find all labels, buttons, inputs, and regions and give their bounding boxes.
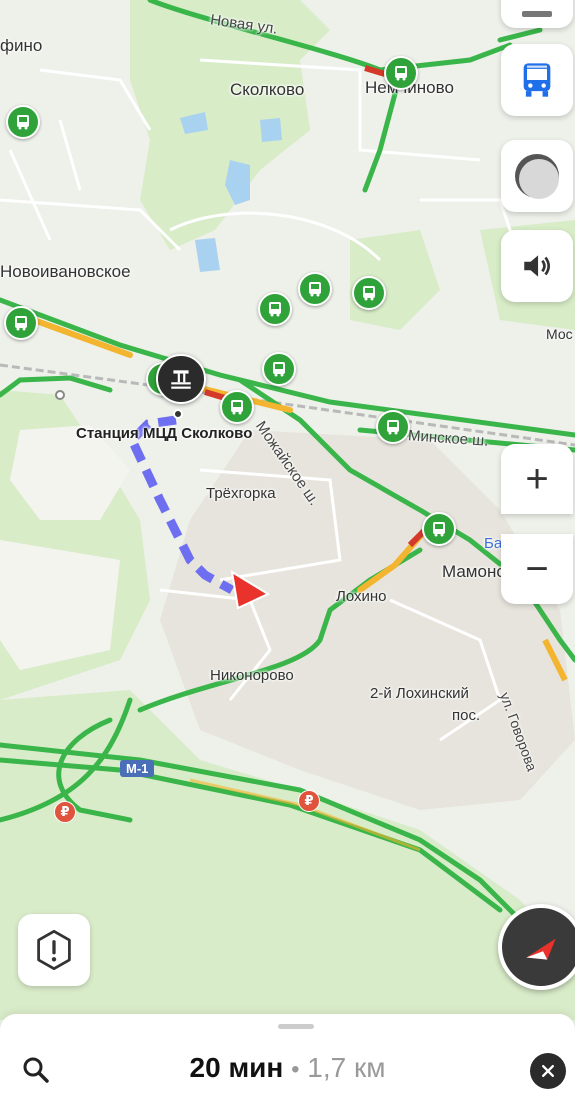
top-partial-button[interactable] (501, 0, 573, 28)
separator-dot: • (291, 1056, 300, 1083)
place-label-novoivanovskoe: Новоивановское (0, 262, 131, 281)
zoom-out-label: − (525, 546, 549, 591)
bus-stop-icon[interactable] (220, 390, 254, 424)
bus-stop-icon[interactable] (298, 272, 332, 306)
highway-m1-badge: М-1 (120, 760, 155, 777)
bus-stop-icon[interactable] (4, 306, 38, 340)
layers-icon (515, 154, 559, 199)
zoom-in-button[interactable]: + (501, 444, 573, 514)
report-button[interactable] (18, 914, 90, 986)
transport-button[interactable] (501, 44, 573, 116)
layers-button[interactable] (501, 140, 573, 212)
route-time: 20 мин (189, 1052, 284, 1083)
zoom-out-button[interactable]: − (501, 534, 573, 604)
place-label-lokhinsky: 2-й Лохинский (370, 685, 469, 702)
route-distance: 1,7 км (307, 1052, 386, 1083)
station-label: Станция МЦД Сколково (76, 425, 253, 442)
route-summary: 20 мин • 1,7 км (0, 1052, 575, 1084)
bus-stop-icon[interactable] (384, 56, 418, 90)
compass-icon (526, 938, 556, 960)
bus-stop-icon[interactable] (262, 352, 296, 386)
speaker-icon (524, 255, 551, 277)
sheet-handle[interactable] (278, 1024, 314, 1029)
place-label-nikonorovo: Никонорово (210, 667, 294, 684)
place-label-fino: фино (0, 36, 43, 55)
train-station-icon[interactable] (156, 354, 206, 404)
place-label-mos: Мос (546, 326, 573, 342)
sound-button[interactable] (501, 230, 573, 302)
place-label-trekhgorka: Трёхгорка (206, 485, 276, 502)
bus-icon (523, 63, 551, 97)
place-label-skolkovo: Сколково (230, 80, 305, 99)
close-icon (542, 1065, 554, 1077)
bus-stop-icon[interactable] (352, 276, 386, 310)
route-summary-sheet[interactable]: 20 мин • 1,7 км (0, 1014, 575, 1101)
place-label-lokhino: Лохино (336, 588, 387, 605)
exclamation-shield-icon (37, 929, 71, 971)
bus-stop-icon[interactable] (258, 292, 292, 326)
compass-button[interactable] (498, 904, 575, 990)
toll-road-badge: ₽ (54, 801, 76, 823)
close-route-button[interactable] (530, 1053, 566, 1089)
zoom-in-label: + (525, 456, 549, 501)
bus-stop-icon[interactable] (422, 512, 456, 546)
bus-stop-icon[interactable] (6, 105, 40, 139)
toll-road-badge: ₽ (298, 790, 320, 812)
place-label-pos: пос. (452, 707, 481, 724)
bus-stop-icon[interactable] (376, 410, 410, 444)
